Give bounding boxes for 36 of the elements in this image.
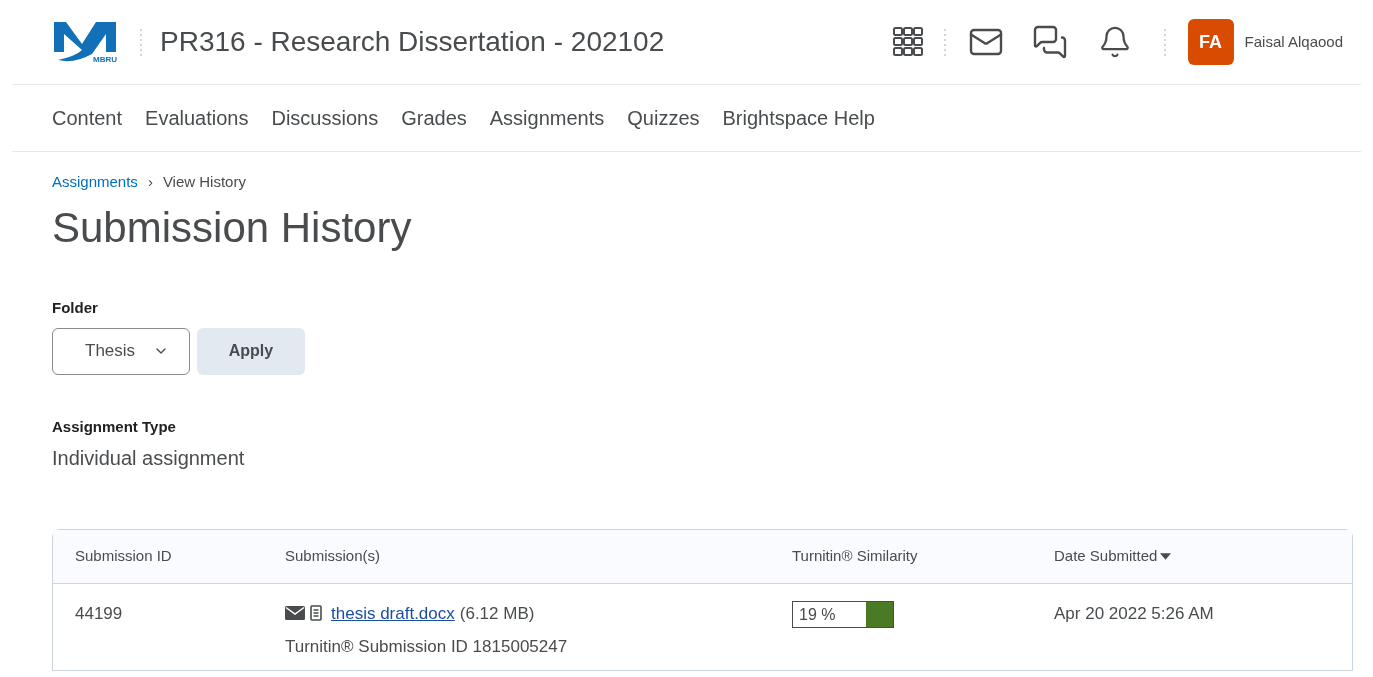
nav-link[interactable]: Assignments <box>489 103 605 133</box>
logo-text: MBRU <box>93 56 117 64</box>
table-cell: 44199 <box>75 603 123 623</box>
logo[interactable]: MBRU <box>52 20 118 64</box>
file-link[interactable]: thesis draft.docx <box>331 600 455 626</box>
breadcrumb-current: View History <box>162 172 246 192</box>
folder-label: Folder <box>52 297 99 318</box>
page-title: Submission History <box>52 202 413 253</box>
file-size: (6.12 MB) <box>459 602 535 625</box>
document-icon <box>310 605 322 622</box>
column-header: Submission(s) <box>285 545 381 566</box>
grid-icon[interactable] <box>891 26 924 58</box>
folder-select[interactable]: Thesis <box>52 327 190 375</box>
user-name[interactable]: Faisal Alqaood <box>1244 30 1343 54</box>
sort-descending-icon <box>1160 552 1172 560</box>
breadcrumb-link[interactable]: Assignments <box>52 171 138 194</box>
nav-link[interactable]: Discussions <box>271 103 379 133</box>
table-cell: Apr 20 2022 5:26 AM <box>1054 603 1214 623</box>
breadcrumb-separator: › <box>147 172 153 192</box>
turnitin-submission-id: Turnitin® Submission ID 1815005247 <box>285 636 569 658</box>
nav-link[interactable]: Brightspace Help <box>722 103 875 133</box>
nav-link[interactable]: Quizzes <box>627 103 700 133</box>
similarity-score[interactable]: 19 % <box>792 600 894 628</box>
nav-link[interactable]: Content <box>52 103 123 133</box>
column-header: Turnitin® Similarity <box>792 545 918 566</box>
nav-link[interactable]: Grades <box>401 103 467 133</box>
envelope-icon <box>285 606 305 621</box>
apply-button[interactable]: Apply <box>197 327 305 375</box>
assignment-type-label: Assignment Type <box>52 416 177 437</box>
assignment-type-value: Individual assignment <box>52 445 246 471</box>
nav-link[interactable]: Evaluations <box>145 103 249 133</box>
user-avatar[interactable]: FA <box>1187 19 1234 65</box>
column-header[interactable]: Date Submitted <box>1054 544 1172 568</box>
column-header: Submission ID <box>75 545 172 566</box>
chat-icon[interactable] <box>1031 24 1068 60</box>
course-title[interactable]: PR316 - Research Dissertation - 202102 <box>160 21 665 63</box>
